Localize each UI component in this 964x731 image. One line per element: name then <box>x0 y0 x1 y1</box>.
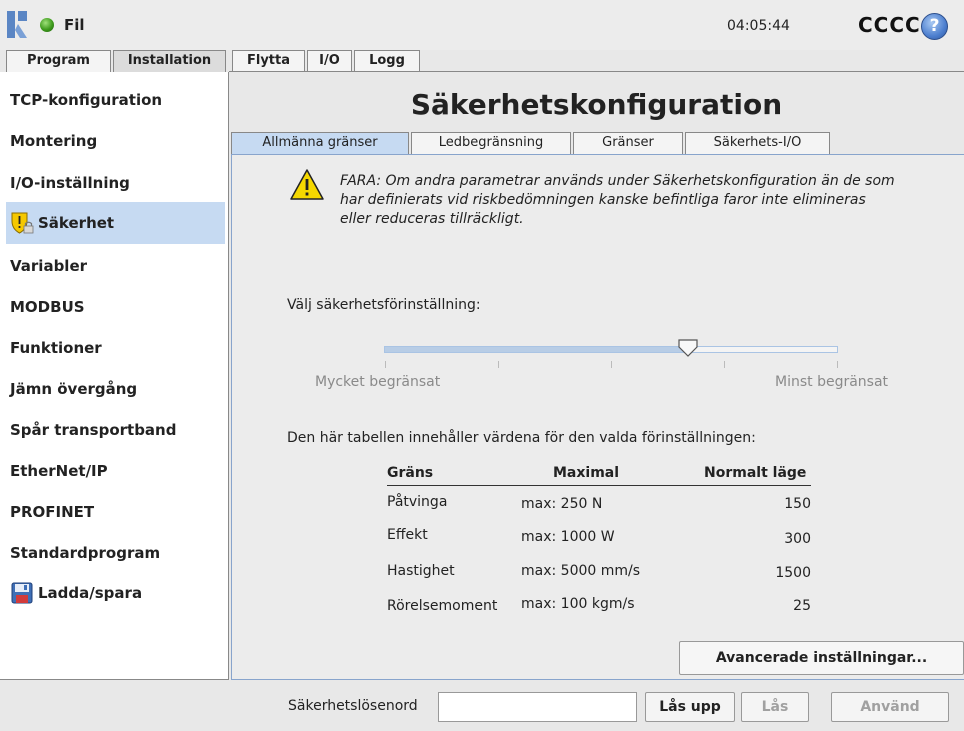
row-name: Påtvinga <box>387 494 448 510</box>
tab-boundaries[interactable]: Gränser <box>573 132 683 154</box>
sidebar-item-conveyor-tracking[interactable]: Spår transportband <box>0 409 228 451</box>
file-menu[interactable]: Fil <box>64 16 85 34</box>
sidebar-item-label: EtherNet/IP <box>10 462 108 480</box>
floppy-disk-icon <box>11 582 33 604</box>
top-bar: Fil 04:05:44 CCCC ? <box>0 0 964 50</box>
warning-icon <box>290 169 324 200</box>
sidebar-item-modbus[interactable]: MODBUS <box>0 286 228 328</box>
sidebar-item-tcp[interactable]: TCP-konfiguration <box>0 79 228 121</box>
row-name: Hastighet <box>387 563 455 579</box>
sidebar-item-label: Säkerhet <box>38 214 115 232</box>
sidebar-item-io-setup[interactable]: I/O-inställning <box>0 162 228 204</box>
sidebar-item-profinet[interactable]: PROFINET <box>0 491 228 533</box>
bottom-bar: Säkerhetslösenord Lås upp Lås Använd <box>0 681 964 731</box>
tab-installation[interactable]: Installation <box>113 50 226 74</box>
sidebar-item-label: Jämn övergång <box>10 380 138 398</box>
sidebar-item-load-save[interactable]: Ladda/spara <box>0 572 228 614</box>
sidebar-item-label: Ladda/spara <box>38 584 143 602</box>
slider-fill <box>385 347 688 352</box>
column-header-normal: Normalt läge <box>704 465 807 481</box>
column-header-limit: Gräns <box>387 465 434 481</box>
row-normal: 25 <box>793 598 811 614</box>
robot-status-icon[interactable] <box>40 18 54 32</box>
row-max: max: 250 N <box>521 496 603 512</box>
sidebar-item-label: Funktioner <box>10 339 102 357</box>
ur-logo-icon <box>7 11 27 38</box>
sidebar-item-variables[interactable]: Variabler <box>0 245 228 287</box>
sidebar: TCP-konfiguration Montering I/O-inställn… <box>0 72 229 680</box>
robot-name: CCCC <box>858 13 921 37</box>
column-header-max: Maximal <box>553 465 620 481</box>
row-max: max: 1000 W <box>521 529 615 545</box>
row-normal: 300 <box>784 531 811 547</box>
danger-warning: FARA: Om andra parametrar används under … <box>340 173 895 227</box>
slider-tick <box>385 361 386 368</box>
tab-io[interactable]: I/O <box>307 50 352 72</box>
sidebar-item-default-program[interactable]: Standardprogram <box>0 532 228 574</box>
sidebar-item-label: Montering <box>10 132 98 150</box>
sidebar-item-smooth-transition[interactable]: Jämn övergång <box>0 368 228 410</box>
row-name: Rörelsemoment <box>387 598 498 614</box>
unlock-button[interactable]: Lås upp <box>645 692 735 722</box>
page-title: Säkerhetskonfiguration <box>410 88 783 121</box>
slider-max-label: Minst begränsat <box>775 374 889 390</box>
tab-general-limits[interactable]: Allmänna gränser <box>231 132 409 154</box>
sidebar-item-features[interactable]: Funktioner <box>0 327 228 369</box>
table-description: Den här tabellen innehåller värdena för … <box>287 430 756 446</box>
slider-tick <box>724 361 725 368</box>
row-name: Effekt <box>387 527 428 543</box>
sidebar-item-label: I/O-inställning <box>10 174 130 192</box>
sidebar-item-mounting[interactable]: Montering <box>0 120 228 162</box>
password-input[interactable] <box>438 692 637 722</box>
tab-log[interactable]: Logg <box>354 50 420 72</box>
tab-program[interactable]: Program <box>6 50 111 72</box>
sidebar-item-label: PROFINET <box>10 503 95 521</box>
safety-preset-slider[interactable] <box>384 346 838 353</box>
apply-button[interactable]: Använd <box>831 692 949 722</box>
slider-handle[interactable] <box>677 338 699 358</box>
main-tabs: Program Installation Flytta I/O Logg <box>0 50 964 74</box>
tab-safety-io[interactable]: Säkerhets-I/O <box>685 132 830 154</box>
shield-lock-icon <box>11 212 34 234</box>
tab-joint-limits[interactable]: Ledbegränsning <box>411 132 571 154</box>
sidebar-item-label: Spår transportband <box>10 421 177 439</box>
sidebar-item-label: Standardprogram <box>10 544 161 562</box>
help-icon[interactable]: ? <box>921 13 948 40</box>
slider-min-label: Mycket begränsat <box>315 374 441 390</box>
sidebar-item-label: TCP-konfiguration <box>10 91 163 109</box>
sidebar-item-safety[interactable]: Säkerhet <box>6 202 225 244</box>
table-header-divider <box>387 485 811 486</box>
row-normal: 1500 <box>775 565 811 581</box>
slider-tick <box>498 361 499 368</box>
preset-label: Välj säkerhetsförinställning: <box>287 297 481 313</box>
main-content: Säkerhetskonfiguration Allmänna gränser … <box>229 72 964 680</box>
row-max: max: 100 kgm/s <box>521 596 635 612</box>
tab-move[interactable]: Flytta <box>232 50 305 72</box>
advanced-settings-button[interactable]: Avancerade inställningar... <box>679 641 964 675</box>
sidebar-item-label: MODBUS <box>10 298 85 316</box>
clock: 04:05:44 <box>727 18 790 34</box>
row-max: max: 5000 mm/s <box>521 563 641 579</box>
slider-tick <box>837 361 838 368</box>
row-normal: 150 <box>784 496 811 512</box>
slider-tick <box>611 361 612 368</box>
password-label: Säkerhetslösenord <box>288 698 418 714</box>
lock-button[interactable]: Lås <box>741 692 809 722</box>
sidebar-item-label: Variabler <box>10 257 88 275</box>
sidebar-item-ethernet-ip[interactable]: EtherNet/IP <box>0 450 228 492</box>
